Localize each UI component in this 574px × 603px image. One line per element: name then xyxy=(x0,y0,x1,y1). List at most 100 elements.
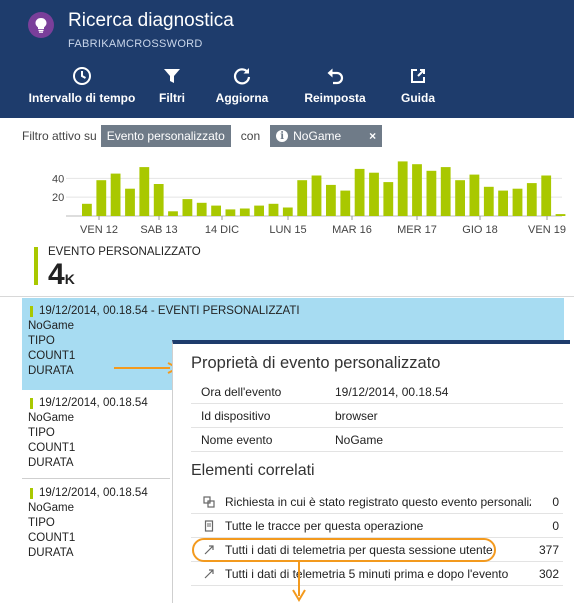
chart-bar[interactable] xyxy=(82,203,92,216)
property-value: NoGame xyxy=(335,432,384,447)
funnel-icon xyxy=(164,69,180,83)
event-field: DURATA xyxy=(28,457,74,469)
filters-label: Filtri xyxy=(159,91,185,105)
chart-bar[interactable] xyxy=(498,190,508,216)
related-item[interactable]: Richiesta in cui è stato registrato ques… xyxy=(191,490,563,514)
event-field: TIPO xyxy=(28,427,55,439)
remove-filter-icon[interactable]: × xyxy=(369,129,376,143)
chart-bar[interactable] xyxy=(196,202,207,216)
refresh-button[interactable]: Aggiorna xyxy=(212,66,272,105)
related-item-count: 0 xyxy=(552,494,559,509)
reset-button[interactable]: Reimposta xyxy=(302,66,368,105)
metric-label: EVENTO PERSONALIZZATO xyxy=(48,246,201,258)
event-field: DURATA xyxy=(28,547,74,559)
page-title: Ricerca diagnostica xyxy=(68,10,234,31)
property-value: browser xyxy=(335,408,378,423)
chart-bar[interactable] xyxy=(541,175,552,217)
chart-bar[interactable] xyxy=(483,186,494,216)
blade-header: Ricerca diagnostica FABRIKAMCROSSWORD In… xyxy=(0,0,574,118)
chart-bar[interactable] xyxy=(340,190,351,216)
related-item-count: 302 xyxy=(538,566,559,581)
filters-button[interactable]: Filtri xyxy=(150,66,194,105)
chart-bar[interactable] xyxy=(110,173,121,216)
x-tick-label: MAR 16 xyxy=(332,224,372,236)
related-title: Elementi correlati xyxy=(191,462,315,479)
event-title: 19/12/2014, 00.18.54 xyxy=(39,397,148,409)
info-icon: i xyxy=(276,130,289,142)
chart-bar[interactable] xyxy=(354,168,365,216)
chart-bar[interactable] xyxy=(469,174,480,216)
filter-prefix: Filtro attivo su xyxy=(22,129,97,143)
trace-icon xyxy=(201,519,217,532)
chart-bar[interactable] xyxy=(297,180,308,216)
chart-bar[interactable] xyxy=(426,170,437,216)
chart-bar[interactable] xyxy=(412,164,422,216)
y-tick-label: 20 xyxy=(52,192,64,204)
related-item-count: 377 xyxy=(538,542,559,557)
chart-bar[interactable] xyxy=(182,199,193,216)
chart-bar[interactable] xyxy=(326,184,336,216)
reset-label: Reimposta xyxy=(304,91,366,105)
event-list-item[interactable]: 19/12/2014, 00.18.54 NoGame TIPO COUNT1 … xyxy=(22,486,170,561)
list-divider xyxy=(22,478,170,479)
event-field: TIPO xyxy=(28,517,55,529)
property-row: Nome evento NoGame xyxy=(191,428,563,452)
link-icon xyxy=(201,568,217,580)
metric-unit: K xyxy=(64,271,75,287)
property-row: Ora dell'evento 19/12/2014, 00.18.54 xyxy=(191,380,563,404)
event-title: 19/12/2014, 00.18.54 - EVENTI PERSONALIZ… xyxy=(39,305,300,317)
chart-bar[interactable] xyxy=(254,205,264,216)
event-field: COUNT1 xyxy=(28,442,76,454)
chart-bar[interactable] xyxy=(455,180,465,216)
undo-icon xyxy=(327,68,344,85)
chart-bar[interactable] xyxy=(168,211,178,216)
chart-bar[interactable] xyxy=(397,161,408,216)
property-key: Nome evento xyxy=(201,432,273,447)
chart-bar[interactable] xyxy=(225,209,236,216)
related-item-text: Richiesta in cui è stato registrato ques… xyxy=(225,494,531,509)
lightbulb-icon xyxy=(28,12,54,38)
metric-value: 4K xyxy=(48,258,75,292)
related-item[interactable]: Tutti i dati di telemetria 5 minuti prim… xyxy=(191,562,563,586)
x-tick-label: VEN 19 xyxy=(528,224,566,236)
chart-bar[interactable] xyxy=(526,183,537,216)
x-tick-label: 14 DIC xyxy=(205,224,239,236)
chart-bar[interactable] xyxy=(512,188,523,216)
time-range-button[interactable]: Intervallo di tempo xyxy=(26,66,138,105)
refresh-label: Aggiorna xyxy=(215,91,269,105)
y-tick-label: 40 xyxy=(52,173,64,185)
external-link-icon xyxy=(411,69,425,83)
related-item[interactable]: Tutte le tracce per questa operazione 0 xyxy=(191,514,563,538)
chart-bar[interactable] xyxy=(211,205,221,216)
request-icon xyxy=(201,495,217,508)
event-detail-panel: Proprietà di evento personalizzato Ora d… xyxy=(172,340,570,603)
chart-bar[interactable] xyxy=(268,203,279,216)
chart-bar[interactable] xyxy=(139,167,150,216)
event-title: 19/12/2014, 00.18.54 xyxy=(39,487,148,499)
help-label: Guida xyxy=(400,91,435,105)
chart-bar[interactable] xyxy=(369,172,379,216)
x-tick-label: MER 17 xyxy=(397,224,437,236)
chart-bar[interactable] xyxy=(125,188,135,216)
chart-bar[interactable] xyxy=(96,180,107,216)
chart-bar[interactable] xyxy=(440,167,451,216)
property-value: 19/12/2014, 00.18.54 xyxy=(335,384,449,399)
event-field: NoGame xyxy=(28,320,75,332)
chart-bar[interactable] xyxy=(555,214,566,216)
event-field: NoGame xyxy=(28,502,75,514)
metric-accent-bar xyxy=(34,247,38,285)
event-list-item[interactable]: 19/12/2014, 00.18.54 NoGame TIPO COUNT1 … xyxy=(22,396,170,471)
help-button[interactable]: Guida xyxy=(392,66,444,105)
related-item-count: 0 xyxy=(552,518,559,533)
chart-bar[interactable] xyxy=(153,184,164,216)
filter-value: NoGame xyxy=(293,129,342,143)
chart-bar[interactable] xyxy=(239,208,250,217)
filter-type-chip[interactable]: Evento personalizzato xyxy=(100,125,231,147)
event-field: NoGame xyxy=(28,412,75,424)
chart-bar[interactable] xyxy=(282,207,293,217)
filter-value-chip[interactable]: i NoGame × xyxy=(270,125,383,147)
chart-bar[interactable] xyxy=(383,182,394,216)
event-field: COUNT1 xyxy=(28,532,76,544)
chart-bar[interactable] xyxy=(311,175,322,217)
x-tick-label: GIO 18 xyxy=(462,224,497,236)
